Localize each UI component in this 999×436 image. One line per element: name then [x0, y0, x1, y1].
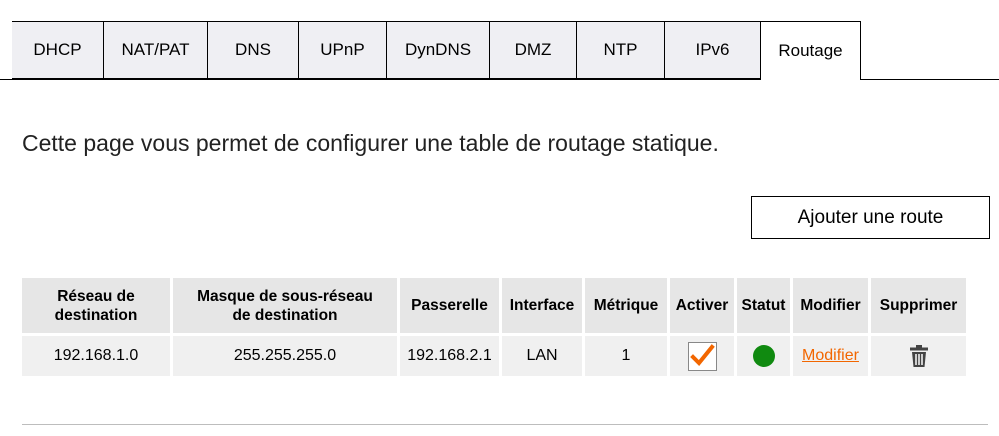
tab-bar: DHCP NAT/PAT DNS UPnP DynDNS DMZ NTP IPv… — [0, 0, 999, 80]
page-description: Cette page vous permet de configurer une… — [22, 130, 719, 156]
cell-status — [737, 336, 790, 376]
table-row: 192.168.1.0 255.255.255.0 192.168.2.1 LA… — [22, 336, 966, 376]
col-header-edit: Modifier — [793, 278, 868, 336]
col-header-interface: Interface — [502, 278, 582, 336]
status-dot-icon — [752, 345, 775, 367]
edit-route-link[interactable]: Modifier — [802, 347, 859, 364]
cell-enable — [670, 336, 734, 376]
tab-label: UPnP — [320, 40, 365, 59]
tab-ipv6[interactable]: IPv6 — [665, 21, 761, 79]
col-header-delete: Supprimer — [871, 278, 966, 336]
tab-label: DHCP — [33, 40, 82, 59]
cell-metric: 1 — [585, 336, 667, 376]
bottom-divider — [22, 424, 988, 425]
table-header-row: Réseau de destination Masque de sous-rés… — [22, 278, 966, 336]
tab-label: IPv6 — [695, 40, 730, 59]
tab-ntp[interactable]: NTP — [577, 21, 665, 79]
col-header-mask: Masque de sous-réseau de destination — [173, 278, 397, 336]
col-header-enable: Activer — [670, 278, 734, 336]
tab-label: NTP — [603, 40, 638, 59]
tab-dyndns[interactable]: DynDNS — [387, 21, 490, 79]
tab-upnp[interactable]: UPnP — [299, 21, 387, 79]
tab-dmz[interactable]: DMZ — [490, 21, 577, 79]
routing-table: Réseau de destination Masque de sous-rés… — [19, 278, 969, 376]
tab-routage[interactable]: Routage — [761, 21, 861, 80]
tab-dhcp[interactable]: DHCP — [12, 21, 104, 79]
trash-icon[interactable] — [909, 344, 929, 368]
cell-edit: Modifier — [793, 336, 868, 376]
tab-label: DynDNS — [404, 40, 472, 59]
col-header-gateway: Passerelle — [400, 278, 499, 336]
add-route-button[interactable]: Ajouter une route — [751, 196, 990, 239]
enable-checkbox[interactable] — [687, 341, 717, 371]
tab-dns[interactable]: DNS — [208, 21, 299, 79]
cell-destination: 192.168.1.0 — [22, 336, 170, 376]
check-icon — [689, 343, 715, 366]
tab-label: DNS — [235, 40, 271, 59]
tab-list: DHCP NAT/PAT DNS UPnP DynDNS DMZ NTP IPv… — [12, 21, 861, 80]
col-header-destination: Réseau de destination — [22, 278, 170, 336]
tab-label: Routage — [778, 41, 843, 60]
cell-mask: 255.255.255.0 — [173, 336, 397, 376]
cell-gateway: 192.168.2.1 — [400, 336, 499, 376]
cell-delete — [871, 336, 966, 376]
tab-label: DMZ — [514, 40, 552, 59]
col-header-status: Statut — [737, 278, 790, 336]
tab-label: NAT/PAT — [121, 40, 190, 59]
col-header-metric: Métrique — [585, 278, 667, 336]
cell-interface: LAN — [502, 336, 582, 376]
tab-nat-pat[interactable]: NAT/PAT — [104, 21, 208, 79]
